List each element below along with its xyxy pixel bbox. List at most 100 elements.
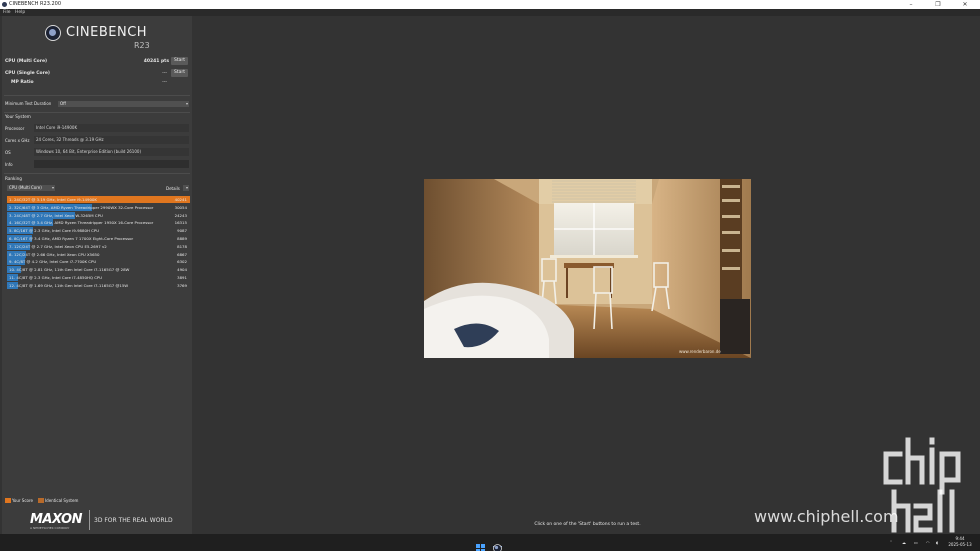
ranking-score: 40241 (174, 197, 187, 202)
maxon-tagline: 3D FOR THE REAL WORLD (94, 517, 173, 524)
wifi-icon[interactable]: ◠ (926, 534, 930, 551)
ranking-cpu-name: 4. 16C/32T @ 3.4 GHz, AMD Ryzen Threadri… (9, 220, 154, 226)
processor-value: Intel Core i9-14900K (34, 124, 189, 132)
ranking-score: 3769 (177, 282, 187, 288)
min-duration-value: Off (60, 101, 66, 106)
divider (4, 95, 190, 96)
render-credit: www.renderbaron.de (679, 349, 721, 354)
single-core-start-button[interactable]: Start (171, 69, 188, 77)
menu-help[interactable]: Help (15, 9, 25, 16)
multi-core-label: CPU (Multi Core) (5, 59, 48, 64)
cores-value: 24 Cores, 32 Threads @ 3.19 GHz (34, 136, 189, 144)
cinebench-taskbar-icon[interactable] (493, 538, 502, 551)
ranking-cpu-name: 3. 24C/48T @ 2.7 GHz, Intel Xeon W-3265M… (9, 212, 103, 218)
os-label: OS (5, 150, 11, 155)
close-button[interactable]: ✕ (952, 0, 978, 9)
ranking-cpu-name: 5. 8C/16T @ 2.3 GHz, Intel Core i9-9880H… (9, 228, 100, 234)
menu-file[interactable]: File (3, 9, 11, 16)
cinema4d-sphere-icon (45, 25, 61, 41)
ranking-score: 30054 (174, 204, 187, 210)
ranking-score: 6867 (177, 251, 187, 257)
status-message: Click on one of the 'Start' buttons to r… (534, 522, 641, 527)
ranking-cpu-name: 6. 8C/16T @ 3.4 GHz, AMD Ryzen 7 1700X E… (9, 236, 134, 241)
ranking-cpu-name: 12. 4C/8T @ 1.69 GHz, 11th Gen Intel Cor… (9, 282, 129, 288)
processor-label: Processor (5, 126, 25, 131)
divider (4, 112, 190, 113)
your-system-heading: Your System (5, 114, 31, 119)
chevron-down-icon: ▾ (185, 185, 188, 190)
identical-system-swatch (38, 498, 44, 503)
info-input[interactable] (34, 160, 189, 168)
divider (89, 510, 90, 530)
taskbar: ˄ ☁ ▭ ◠ ◖ 9:44 2025-05-13 (0, 534, 980, 551)
min-duration-label: Minimum Test Duration (5, 101, 52, 106)
cloud-icon[interactable]: ☁ (902, 534, 906, 551)
maxon-subtitle: A NEMETSCHEK COMPANY (30, 526, 70, 530)
divider (4, 173, 190, 174)
ranking-score: 3891 (177, 275, 187, 280)
details-toggle[interactable]: ▾ (183, 185, 189, 191)
mp-ratio-label: MP Ratio (11, 80, 34, 85)
ranking-score: 9087 (177, 228, 187, 234)
windows-start-icon[interactable] (476, 538, 485, 551)
logo-text: CINEBENCH (66, 25, 148, 40)
ranking-row[interactable]: 5. 8C/16T @ 2.3 GHz, Intel Core i9-9880H… (7, 227, 190, 235)
ranking-score: 8178 (177, 243, 187, 249)
ranking-filter-value: CPU (Multi Core) (9, 185, 42, 190)
ranking-row[interactable]: 12. 4C/8T @ 1.69 GHz, 11th Gen Intel Cor… (7, 281, 190, 289)
ranking-score: 24243 (174, 212, 187, 218)
ranking-cpu-name: 2. 32C/64T @ 3 GHz, AMD Ryzen Threadripp… (9, 204, 154, 210)
ranking-cpu-name: 9. 4C/8T @ 4.2 GHz, Intel Core i7-7700K … (9, 259, 97, 265)
single-core-score: --- (162, 71, 167, 76)
cores-label: Cores x GHz (5, 138, 30, 143)
maximize-button[interactable]: ❐ (925, 0, 951, 9)
ranking-row[interactable]: 1. 24C/32T @ 3.19 GHz, Intel Core i9-149… (7, 196, 190, 203)
identical-system-legend: Identical System (45, 498, 79, 503)
minimize-button[interactable]: – (898, 0, 924, 9)
ranking-row[interactable]: 3. 24C/48T @ 2.7 GHz, Intel Xeon W-3265M… (7, 211, 190, 219)
info-label: Info (5, 162, 13, 167)
ranking-row[interactable]: 6. 8C/16T @ 3.4 GHz, AMD Ryzen 7 1700X E… (7, 235, 190, 242)
ranking-score: 6302 (177, 259, 187, 265)
ranking-cpu-name: 10. 4C/8T @ 2.81 GHz, 11th Gen Intel Cor… (9, 267, 130, 273)
left-panel: CINEBENCH R23 CPU (Multi Core) 40241 pts… (2, 16, 192, 534)
ranking-cpu-name: 8. 12C/24T @ 2.66 GHz, Intel Xeon CPU X5… (9, 251, 100, 257)
render-preview-image: www.renderbaron.de (424, 179, 751, 358)
chevron-down-icon: ▾ (51, 185, 54, 190)
window-title: CINEBENCH R23.200 (9, 1, 62, 7)
ranking-row[interactable]: 8. 12C/24T @ 2.66 GHz, Intel Xeon CPU X5… (7, 250, 190, 258)
ranking-filter-select[interactable]: CPU (Multi Core) ▾ (7, 185, 55, 191)
multi-core-start-button[interactable]: Start (171, 57, 188, 65)
chiphell-watermark-url: www.chiphell.com (754, 507, 899, 526)
your-score-swatch (5, 498, 11, 503)
your-score-legend: Your Score (12, 498, 34, 503)
ranking-row[interactable]: 11. 4C/8T @ 2.3 GHz, Intel Core i7-4850H… (7, 274, 190, 281)
ranking-score: 8889 (177, 236, 187, 241)
maxon-logo: MAXON (30, 512, 83, 527)
taskbar-clock[interactable]: 9:44 2025-05-13 (946, 536, 974, 548)
cinebench-logo: CINEBENCH R23 (45, 24, 160, 54)
ranking-score: 16315 (174, 220, 187, 226)
menu-bar: File Help (0, 9, 980, 16)
cinebench-window: CINEBENCH R23.200 – ❐ ✕ File Help CINEBE… (0, 0, 980, 551)
os-value: Windows 10, 64 Bit, Enterprise Edition (… (34, 148, 189, 156)
chevron-up-icon[interactable]: ˄ (890, 534, 892, 551)
mp-ratio-value: --- (162, 80, 167, 85)
clock-date: 2025-05-13 (948, 542, 972, 547)
ranking-row[interactable]: 9. 4C/8T @ 4.2 GHz, Intel Core i7-7700K … (7, 258, 190, 266)
single-core-label: CPU (Single Core) (5, 71, 50, 76)
details-label: Details (166, 186, 180, 191)
network-icon[interactable]: ▭ (914, 534, 918, 551)
min-duration-select[interactable]: Off ▾ (58, 101, 189, 107)
ranking-row[interactable]: 10. 4C/8T @ 2.81 GHz, 11th Gen Intel Cor… (7, 266, 190, 274)
ranking-row[interactable]: 7. 12C/24T @ 2.7 GHz, Intel Xeon CPU E5-… (7, 242, 190, 250)
logo-version: R23 (134, 41, 150, 50)
ranking-heading: Ranking (5, 176, 22, 181)
ranking-cpu-name: 1. 24C/32T @ 3.19 GHz, Intel Core i9-149… (9, 197, 97, 202)
cinebench-app-icon (2, 2, 7, 7)
ranking-score: 4904 (177, 267, 187, 273)
ranking-row[interactable]: 4. 16C/32T @ 3.4 GHz, AMD Ryzen Threadri… (7, 219, 190, 227)
volume-icon[interactable]: ◖ (936, 534, 938, 551)
title-bar: CINEBENCH R23.200 – ❐ ✕ (0, 0, 980, 9)
ranking-row[interactable]: 2. 32C/64T @ 3 GHz, AMD Ryzen Threadripp… (7, 203, 190, 211)
